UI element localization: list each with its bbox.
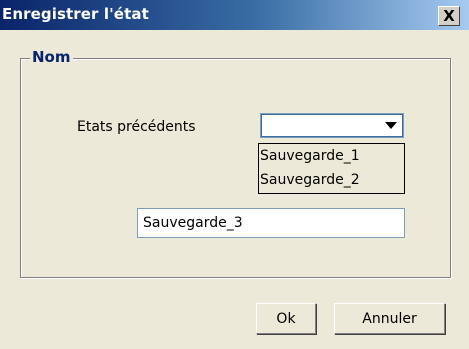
- dropdown-option[interactable]: Sauvegarde_2: [259, 168, 404, 192]
- dropdown-option[interactable]: Sauvegarde_1: [259, 144, 404, 168]
- previous-states-dropdown: Sauvegarde_1 Sauvegarde_2: [258, 143, 405, 194]
- state-name-input[interactable]: Sauvegarde_3: [137, 208, 405, 238]
- previous-states-combobox[interactable]: [260, 113, 404, 138]
- close-icon: X: [443, 6, 455, 25]
- save-state-dialog: Enregistrer l'état X Nom Etats précédent…: [0, 0, 469, 349]
- title-bar[interactable]: Enregistrer l'état X: [0, 0, 469, 30]
- close-button[interactable]: X: [438, 6, 460, 26]
- chevron-down-icon[interactable]: [385, 122, 397, 129]
- groupbox-legend: Nom: [30, 48, 73, 66]
- cancel-button[interactable]: Annuler: [334, 303, 445, 334]
- window-title: Enregistrer l'état: [2, 5, 149, 23]
- previous-states-label: Etats précédents: [77, 119, 196, 135]
- ok-button[interactable]: Ok: [256, 303, 316, 334]
